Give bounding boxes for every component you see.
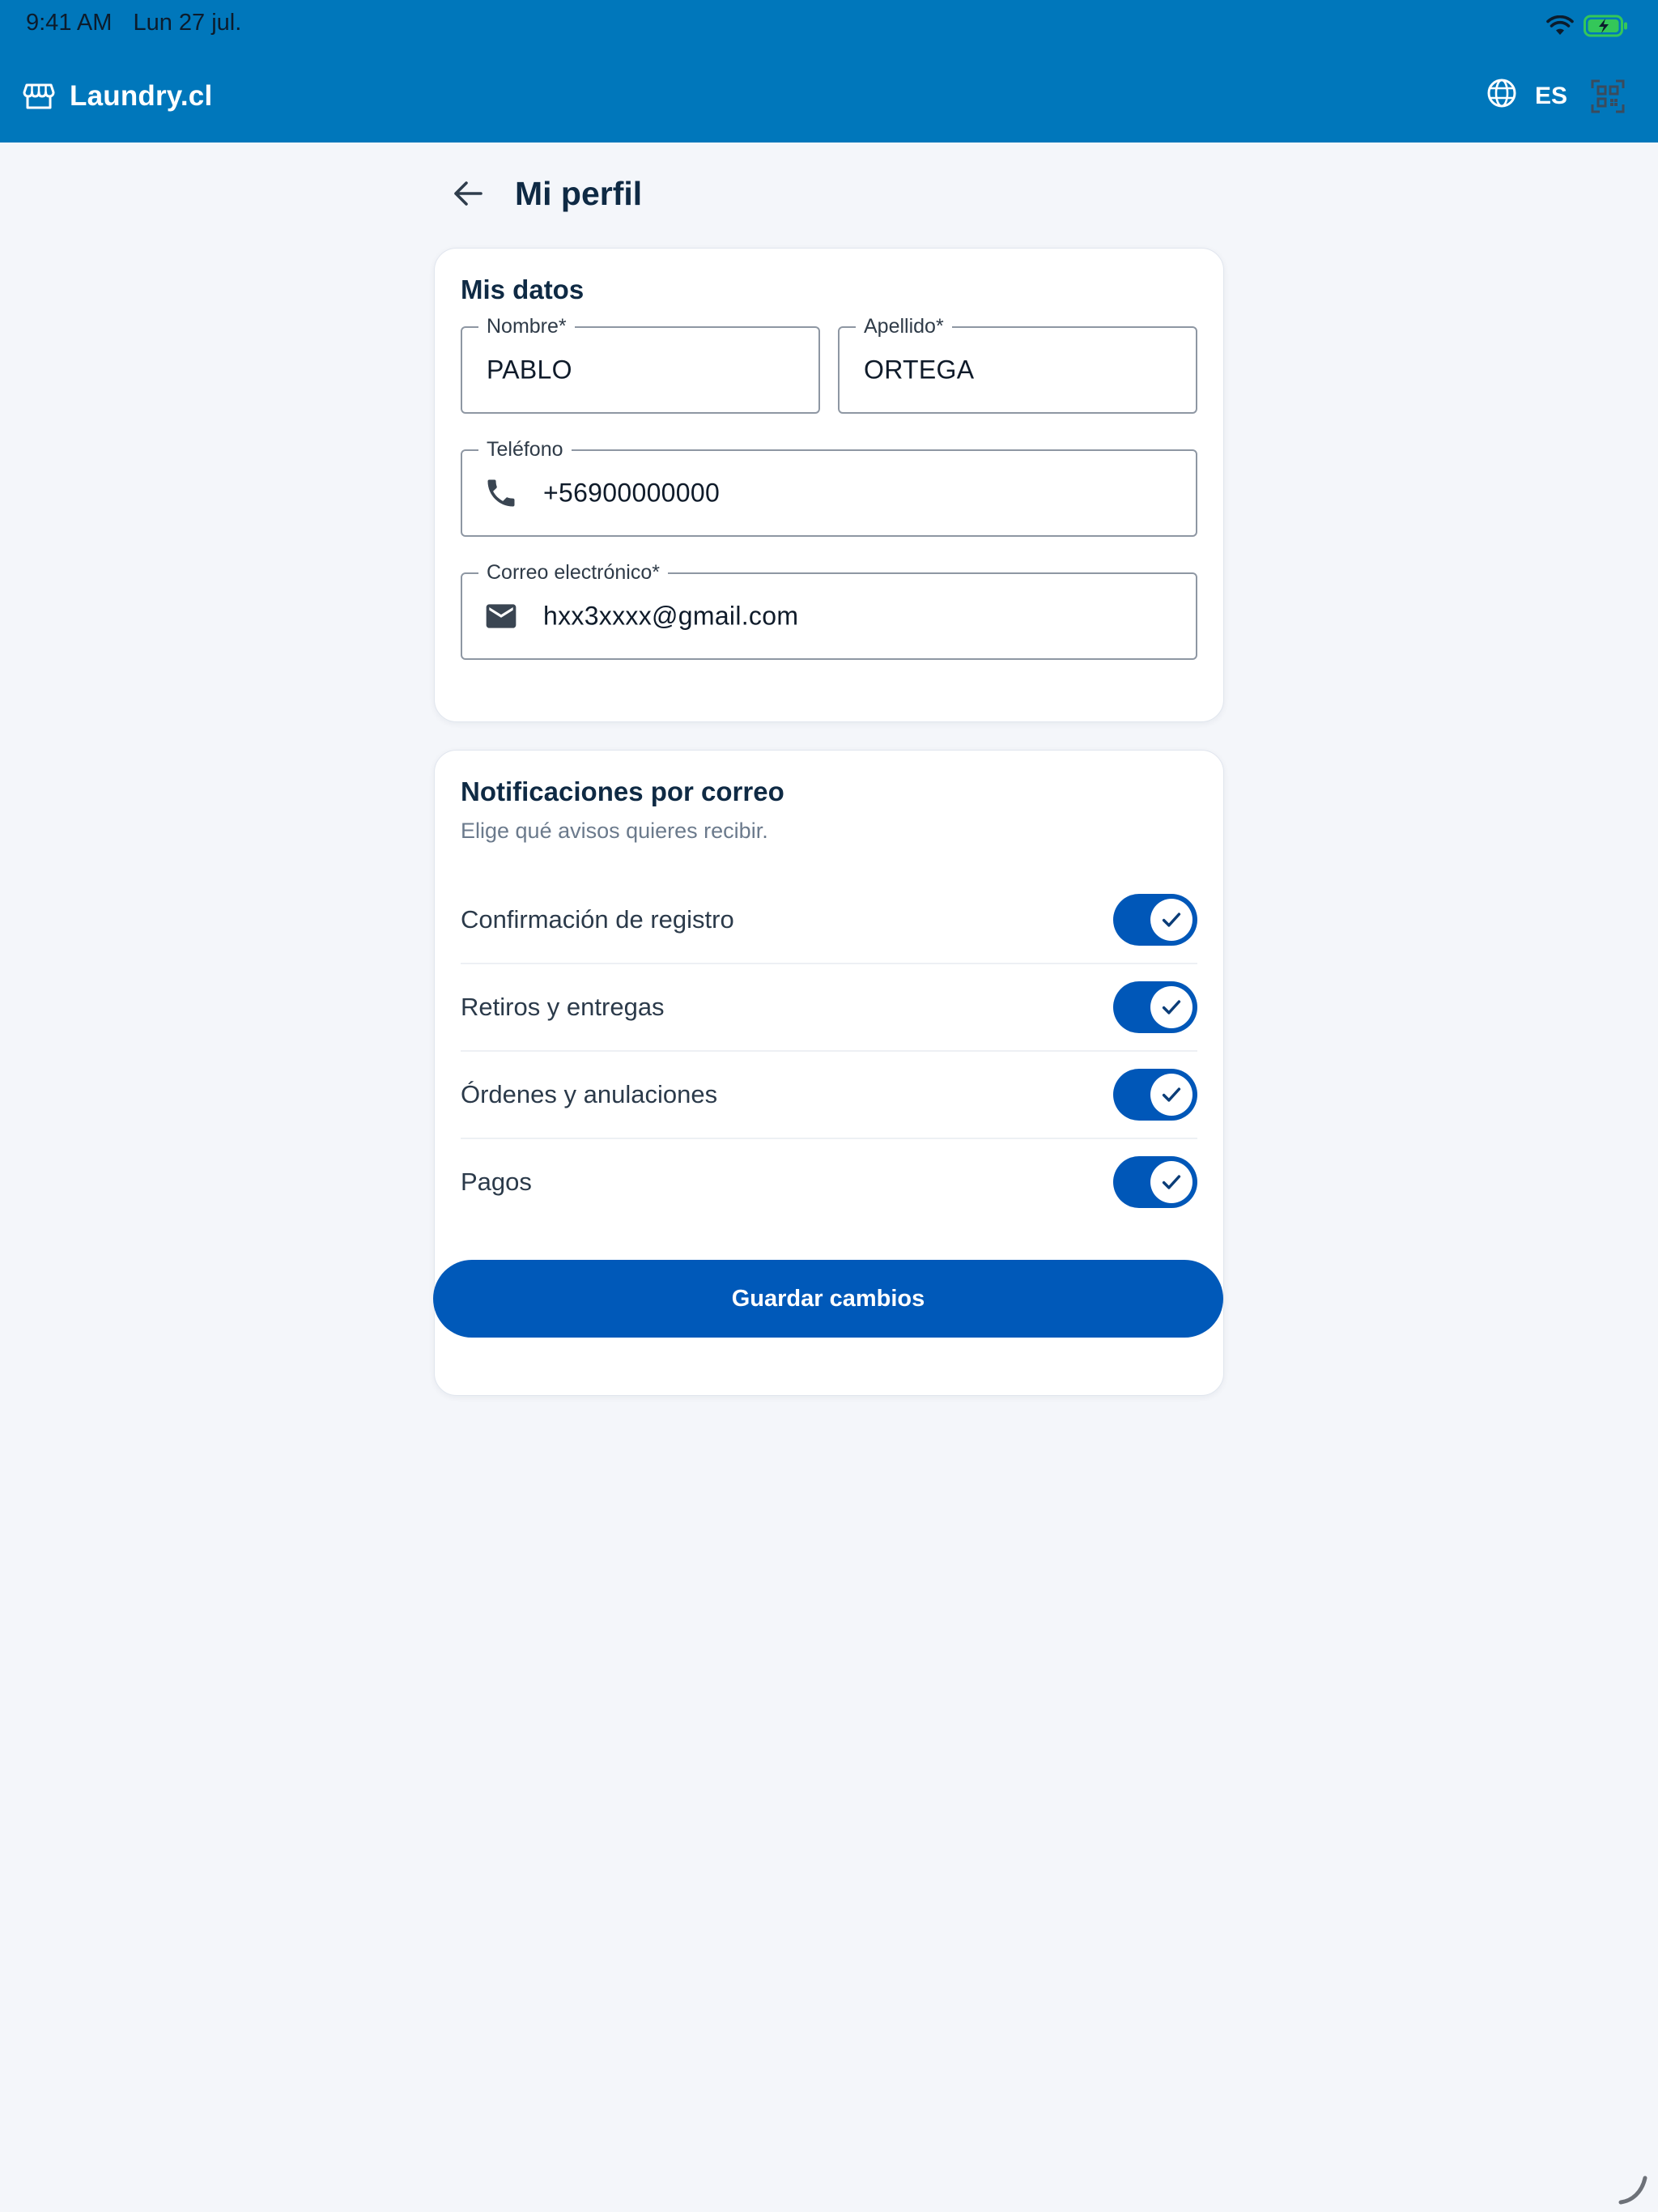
profile-card: Mis datos Nombre* PABLO Apellido* ORTEGA… (434, 248, 1224, 722)
last-name-field[interactable]: Apellido* ORTEGA (838, 315, 1197, 414)
app-bar-actions: ES (1486, 77, 1626, 116)
profile-card-title: Mis datos (461, 274, 585, 304)
first-name-field[interactable]: Nombre* PABLO (461, 315, 820, 414)
notification-label: Retiros y entregas (461, 993, 665, 1021)
top-bar: 9:41 AM Lun 27 jul. Laundry.cl ES (0, 0, 1658, 143)
brand[interactable]: Laundry.cl (23, 77, 212, 116)
email-label: Correo electrónico* (478, 561, 668, 585)
phone-value: +56900000000 (543, 478, 721, 508)
notification-row-retiros: Retiros y entregas (461, 964, 1197, 1052)
resize-handle-icon (1614, 2172, 1648, 2206)
notification-label: Pagos (461, 1168, 532, 1196)
notification-toggle-ordenes[interactable] (1113, 1069, 1197, 1121)
status-time: 9:41 AM (26, 10, 113, 36)
toggle-knob (1150, 1161, 1192, 1203)
save-button[interactable]: Guardar cambios (433, 1260, 1223, 1338)
first-name-value: PABLO (487, 355, 572, 385)
phone-label: Teléfono (478, 438, 572, 462)
page-title: Mi perfil (515, 174, 643, 212)
check-icon (1162, 1087, 1181, 1102)
brand-name: Laundry.cl (70, 80, 213, 112)
page-header: Mi perfil (434, 162, 1224, 225)
mail-icon (483, 598, 519, 634)
notification-toggle-retiros[interactable] (1113, 981, 1197, 1033)
qr-scan-icon[interactable] (1590, 79, 1626, 114)
notification-toggle-registro[interactable] (1113, 894, 1197, 946)
email-field[interactable]: Correo electrónico* hxx3xxxx@gmail.com (461, 561, 1197, 660)
notification-row-ordenes: Órdenes y anulaciones (461, 1052, 1197, 1139)
main-content: Mi perfil Mis datos Nombre* PABLO Apelli… (433, 162, 1224, 1396)
language-label: ES (1534, 83, 1567, 109)
check-icon (1162, 1175, 1181, 1189)
phone-field[interactable]: Teléfono +56900000000 (461, 438, 1197, 537)
check-icon (1162, 1000, 1181, 1015)
email-value: hxx3xxxx@gmail.com (543, 601, 799, 631)
store-icon (23, 80, 55, 113)
notifications-card-title: Notificaciones por correo (461, 776, 784, 806)
toggle-knob (1150, 986, 1192, 1028)
status-indicators (1546, 13, 1629, 39)
battery-charging-icon (1584, 15, 1629, 37)
first-name-label: Nombre* (478, 315, 575, 338)
toggle-knob (1150, 899, 1192, 941)
language-selector[interactable]: ES (1486, 78, 1567, 115)
notification-label: Órdenes y anulaciones (461, 1080, 718, 1108)
notification-row-pagos: Pagos (461, 1139, 1197, 1225)
notification-row-registro: Confirmación de registro (461, 877, 1197, 964)
last-name-label: Apellido* (856, 315, 952, 338)
wifi-icon (1546, 15, 1574, 36)
status-bar: 9:41 AM Lun 27 jul. (26, 10, 241, 36)
last-name-value: ORTEGA (864, 355, 975, 385)
notification-toggle-pagos[interactable] (1113, 1156, 1197, 1208)
phone-icon (483, 475, 519, 511)
check-icon (1162, 912, 1181, 927)
notifications-list: Confirmación de registro Retiros y entre… (461, 877, 1197, 1225)
globe-icon (1486, 78, 1517, 115)
toggle-knob (1150, 1074, 1192, 1116)
notification-label: Confirmación de registro (461, 905, 734, 934)
notifications-card-subtitle: Elige qué avisos quieres recibir. (461, 819, 768, 843)
arrow-left-icon[interactable] (450, 176, 486, 211)
status-date: Lun 27 jul. (133, 10, 242, 36)
